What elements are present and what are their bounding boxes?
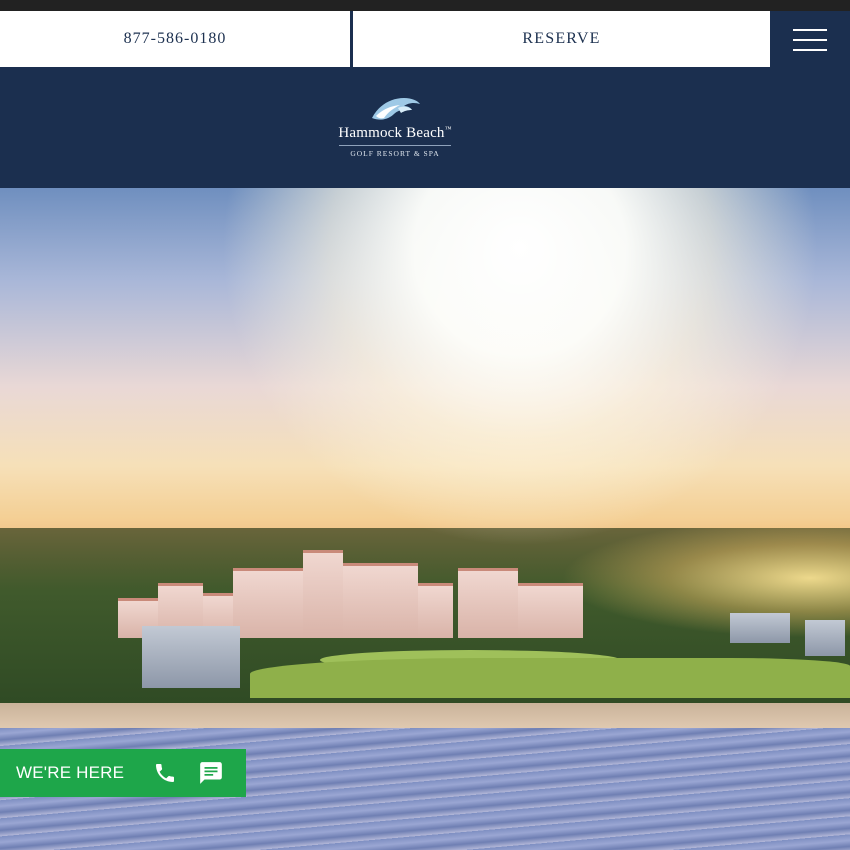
reserve-button[interactable]: RESERVE [353,11,770,67]
hero-building [805,620,845,656]
logo-name: Hammock Beach™ [338,125,452,141]
menu-line [793,38,827,41]
logo-divider [339,145,451,146]
top-bar: 877-586-0180 RESERVE [0,11,850,68]
logo-subtitle: GOLF RESORT & SPA [350,149,440,158]
phone-icon[interactable] [142,749,188,797]
chat-widget[interactable]: WE'RE HERE [0,749,246,797]
chat-message-icon[interactable] [188,749,234,797]
tower [458,568,518,638]
hero-clubhouse [142,626,240,688]
hero-hotel-towers [118,548,588,638]
hero-sun [220,188,820,548]
hero-golf-course [250,658,850,698]
phone-button[interactable]: 877-586-0180 [0,11,350,67]
hamburger-menu-icon[interactable] [770,11,850,68]
site-header: Hammock Beach™ GOLF RESORT & SPA [0,68,850,188]
tower [233,568,303,638]
wave-logo-icon [372,98,420,120]
tower [418,583,453,638]
tower [343,563,418,638]
reserve-button-label: RESERVE [522,30,601,47]
menu-line [793,28,827,31]
resort-logo[interactable]: Hammock Beach™ GOLF RESORT & SPA [330,92,460,172]
tower [303,550,343,638]
phone-button-label: 877-586-0180 [123,30,227,47]
menu-line [793,48,827,51]
tower [518,583,583,638]
chat-widget-label: WE'RE HERE [16,763,125,782]
top-strip [0,0,850,11]
hero-building [730,613,790,643]
